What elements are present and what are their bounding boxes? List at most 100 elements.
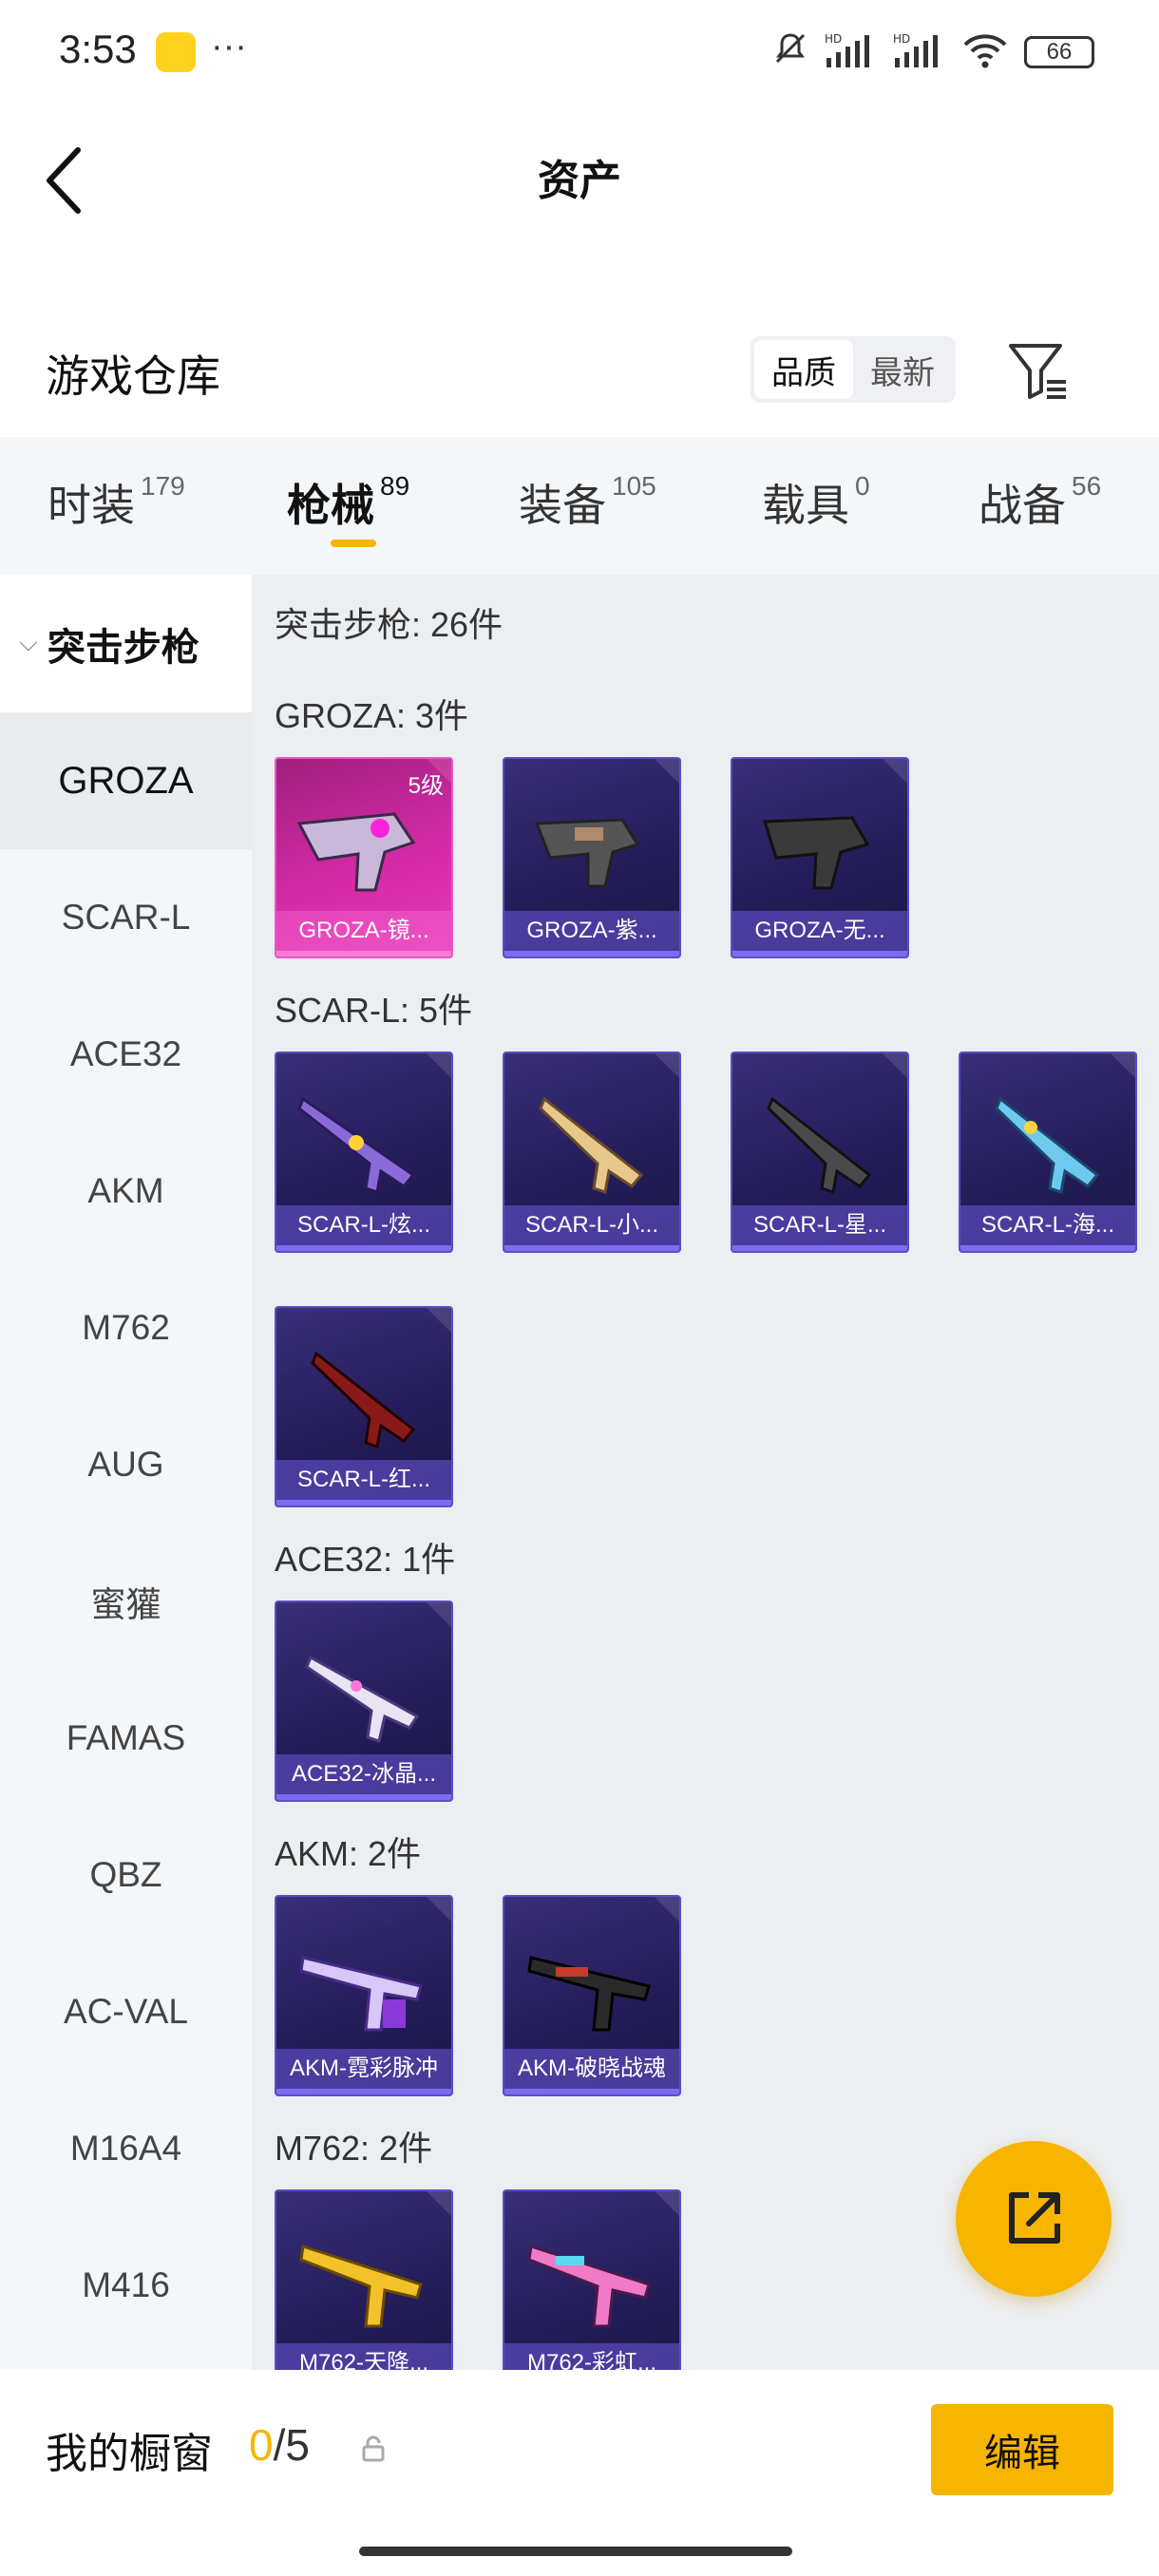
- weapon-name: GROZA-镜...: [276, 911, 451, 951]
- showcase-total: /5: [273, 2420, 310, 2470]
- more-notifications-icon: ···: [211, 27, 247, 66]
- weapon-name: M762-彩虹...: [504, 2343, 679, 2370]
- weapon-card[interactable]: AKM-霓彩脉冲: [275, 1895, 453, 2096]
- card-corner: [655, 1897, 679, 1922]
- sidebar-item-scar-l[interactable]: SCAR-L: [0, 849, 252, 986]
- battery-icon: 66: [1024, 36, 1094, 68]
- group-label-akm: AKM: 2件: [275, 1834, 422, 1873]
- rarity-bar: [504, 951, 679, 957]
- rarity-bar: [732, 1245, 907, 1251]
- gun-image: [299, 2245, 423, 2328]
- tab-vehicles[interactable]: 载具 0: [762, 471, 870, 534]
- active-tab-indicator: [331, 540, 376, 547]
- weapon-name: SCAR-L-小...: [504, 1205, 679, 1245]
- wifi-icon: [961, 31, 1009, 74]
- rarity-bar: [504, 2089, 679, 2094]
- weapon-name: M762-天降...: [276, 2343, 451, 2370]
- weapon-name: GROZA-无...: [732, 911, 907, 951]
- gun-image: [534, 818, 640, 888]
- tab-equipment[interactable]: 装备 105: [519, 471, 656, 534]
- sort-newest-option[interactable]: 最新: [853, 340, 952, 399]
- tab-fashion[interactable]: 时装 179: [48, 471, 185, 534]
- weapon-card[interactable]: GROZA-紫...: [503, 757, 681, 958]
- showcase-current: 0: [249, 2420, 274, 2470]
- gun-image: [767, 1096, 872, 1194]
- group-label-scar-l: SCAR-L: 5件: [275, 991, 473, 1030]
- weapon-card[interactable]: ACE32-冰晶...: [275, 1601, 453, 1802]
- weapon-grid: 突击步枪: 26件 GROZA: 3件 5级 GROZA-镜... GROZA-…: [252, 575, 1159, 2370]
- sidebar-item-m16a4[interactable]: M16A4: [0, 2080, 252, 2217]
- sidebar-item-aug[interactable]: AUG: [0, 1396, 252, 1533]
- sidebar-item-akm[interactable]: AKM: [0, 1123, 252, 1260]
- weapon-card[interactable]: SCAR-L-红...: [275, 1306, 453, 1507]
- rarity-bar: [276, 1245, 451, 1251]
- status-time: 3:53: [59, 27, 137, 71]
- weapon-name: SCAR-L-红...: [276, 1460, 451, 1500]
- rarity-bar: [504, 1245, 679, 1251]
- gun-image: [297, 1096, 416, 1194]
- weapon-card[interactable]: SCAR-L-星...: [731, 1051, 909, 1253]
- tab-count: 56: [1072, 471, 1102, 501]
- sidebar-group-label: 突击步枪: [47, 626, 200, 669]
- status-bar: 3:53 ··· HD HD 66: [0, 0, 1159, 104]
- rarity-bar: [276, 1794, 451, 1800]
- tab-label: 装备: [519, 481, 606, 530]
- external-link-icon: [1009, 2192, 1060, 2244]
- tab-guns[interactable]: 枪械 89: [287, 471, 409, 534]
- card-corner: [427, 2191, 451, 2216]
- lock-icon: [362, 2435, 385, 2462]
- app-notification-icon: [156, 32, 196, 72]
- svg-text:HD: HD: [893, 32, 910, 46]
- sidebar-item-ace32[interactable]: ACE32: [0, 986, 252, 1123]
- edit-button[interactable]: 编辑: [931, 2404, 1113, 2495]
- showcase-count: 0/5: [249, 2419, 310, 2471]
- tab-battle-gear[interactable]: 战备 56: [978, 471, 1101, 534]
- status-icons: HD HD 66: [771, 28, 1094, 76]
- card-corner: [655, 759, 679, 784]
- share-button[interactable]: [956, 2141, 1112, 2297]
- weapon-card[interactable]: SCAR-L-小...: [503, 1051, 681, 1253]
- filter-button[interactable]: [1005, 338, 1072, 405]
- tab-label: 载具: [762, 481, 849, 530]
- sidebar-group-assault-rifles[interactable]: ⌵ 突击步枪: [0, 575, 252, 712]
- gun-image: [995, 1096, 1100, 1194]
- weapon-card[interactable]: SCAR-L-海...: [959, 1051, 1137, 1253]
- card-corner: [1111, 1053, 1135, 1078]
- group-label-ace32: ACE32: 1件: [275, 1540, 456, 1579]
- sidebar-item-qbz[interactable]: QBZ: [0, 1807, 252, 1943]
- sidebar-item-m762[interactable]: M762: [0, 1260, 252, 1396]
- chevron-down-icon: ⌵: [19, 629, 38, 657]
- sidebar-item-ac-val[interactable]: AC-VAL: [0, 1943, 252, 2080]
- sidebar-item-m416[interactable]: M416: [0, 2217, 252, 2354]
- home-indicator: [359, 2547, 792, 2556]
- weapon-card[interactable]: 5级 GROZA-镜...: [275, 757, 453, 958]
- gun-image: [305, 1655, 420, 1743]
- weapon-card[interactable]: GROZA-无...: [731, 757, 909, 958]
- weapon-card[interactable]: M762-天降...: [275, 2189, 453, 2370]
- sort-quality-option[interactable]: 品质: [754, 340, 853, 399]
- filter-icon: [1009, 344, 1066, 399]
- weapon-name: SCAR-L-星...: [732, 1205, 907, 1245]
- gun-image: [762, 816, 870, 890]
- rarity-bar: [276, 1500, 451, 1506]
- tab-count: 89: [380, 471, 410, 501]
- category-tabs: 时装 179 枪械 89 装备 105 载具 0 战备 56: [0, 437, 1159, 575]
- section-title: 游戏仓库: [46, 351, 220, 401]
- gun-image: [527, 1956, 651, 2032]
- weapon-name: AKM-霓彩脉冲: [276, 2049, 451, 2089]
- tab-count: 0: [855, 471, 870, 501]
- sidebar-item-honey-badger[interactable]: 蜜獾: [0, 1533, 252, 1670]
- sidebar-item-famas[interactable]: FAMAS: [0, 1670, 252, 1807]
- weapon-card[interactable]: SCAR-L-炫...: [275, 1051, 453, 1253]
- tab-label: 枪械: [287, 481, 374, 530]
- sidebar-item-groza[interactable]: GROZA: [0, 712, 252, 849]
- group-label-m762: M762: 2件: [275, 2129, 433, 2168]
- weapon-name: SCAR-L-炫...: [276, 1205, 451, 1245]
- weapon-type-sidebar: ⌵ 突击步枪 GROZA SCAR-L ACE32 AKM M762 AUG 蜜…: [0, 575, 252, 2370]
- weapon-card[interactable]: AKM-破晓战魂: [503, 1895, 681, 2096]
- weapon-card[interactable]: M762-彩虹...: [503, 2189, 681, 2370]
- tab-count: 105: [612, 471, 656, 501]
- card-corner: [655, 2191, 679, 2216]
- signal-hd-icon: HD: [825, 31, 878, 74]
- rarity-bar: [276, 951, 451, 957]
